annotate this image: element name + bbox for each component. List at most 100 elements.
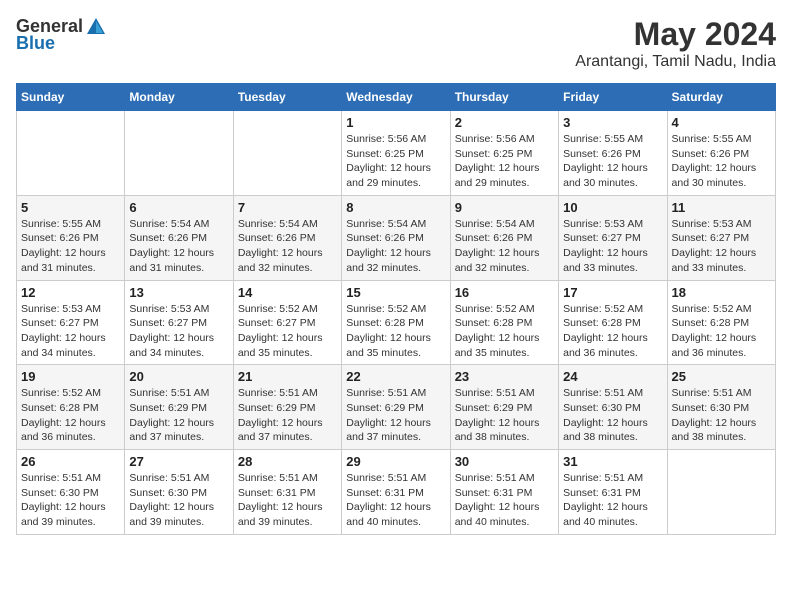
day-info: Sunrise: 5:54 AM Sunset: 6:26 PM Dayligh… [129,217,228,276]
calendar-week-3: 12Sunrise: 5:53 AM Sunset: 6:27 PM Dayli… [17,280,776,365]
day-number: 8 [346,200,445,215]
day-info: Sunrise: 5:51 AM Sunset: 6:30 PM Dayligh… [563,386,662,445]
weekday-header-wednesday: Wednesday [342,84,450,111]
day-number: 30 [455,454,554,469]
calendar-cell: 10 Sunrise: 5:53 AM Sunset: 6:27 PM Dayli… [559,195,667,280]
day-info: Sunrise: 5:51 AM Sunset: 6:29 PM Dayligh… [455,386,554,445]
calendar-cell: 27Sunrise: 5:51 AM Sunset: 6:30 PM Dayli… [125,450,233,535]
day-info: Sunrise: 5:55 AM Sunset: 6:26 PM Dayligh… [21,217,120,276]
day-number: 28 [238,454,337,469]
day-info: Sunrise: 5:56 AM Sunset: 6:25 PM Dayligh… [346,132,445,191]
calendar-cell: 4Sunrise: 5:55 AM Sunset: 6:26 PM Daylig… [667,111,775,196]
day-info: Sunrise: 5:51 AM Sunset: 6:30 PM Dayligh… [672,386,771,445]
calendar-cell [667,450,775,535]
day-info: Sunrise: 5:52 AM Sunset: 6:28 PM Dayligh… [672,302,771,361]
calendar-cell: 15 Sunrise: 5:52 AM Sunset: 6:28 PM Dayli… [342,280,450,365]
day-number: 7 [238,200,337,215]
calendar-cell: 11 Sunrise: 5:53 AM Sunset: 6:27 PM Dayli… [667,195,775,280]
day-info: Sunrise: 5:51 AM Sunset: 6:31 PM Dayligh… [455,471,554,530]
calendar-cell [17,111,125,196]
calendar-week-2: 5 Sunrise: 5:55 AM Sunset: 6:26 PM Daylig… [17,195,776,280]
calendar-cell: 1 Sunrise: 5:56 AM Sunset: 6:25 PM Daylig… [342,111,450,196]
calendar-cell: 16Sunrise: 5:52 AM Sunset: 6:28 PM Dayli… [450,280,558,365]
calendar-cell: 19 Sunrise: 5:52 AM Sunset: 6:28 PM Dayli… [17,365,125,450]
calendar-cell: 8 Sunrise: 5:54 AM Sunset: 6:26 PM Daylig… [342,195,450,280]
day-info: Sunrise: 5:52 AM Sunset: 6:27 PM Dayligh… [238,302,337,361]
day-number: 17 [563,285,662,300]
title-block: May 2024 Arantangi, Tamil Nadu, India [575,16,776,71]
day-info: Sunrise: 5:52 AM Sunset: 6:28 PM Dayligh… [563,302,662,361]
day-number: 3 [563,115,662,130]
day-info: Sunrise: 5:51 AM Sunset: 6:30 PM Dayligh… [129,471,228,530]
day-number: 5 [21,200,120,215]
day-info: Sunrise: 5:52 AM Sunset: 6:28 PM Dayligh… [346,302,445,361]
logo-blue: Blue [16,34,109,54]
day-info: Sunrise: 5:54 AM Sunset: 6:26 PM Dayligh… [346,217,445,276]
day-number: 14 [238,285,337,300]
day-info: Sunrise: 5:51 AM Sunset: 6:29 PM Dayligh… [346,386,445,445]
day-info: Sunrise: 5:51 AM Sunset: 6:31 PM Dayligh… [563,471,662,530]
weekday-header-monday: Monday [125,84,233,111]
calendar-cell: 22 Sunrise: 5:51 AM Sunset: 6:29 PM Dayli… [342,365,450,450]
calendar-cell: 2 Sunrise: 5:56 AM Sunset: 6:25 PM Daylig… [450,111,558,196]
calendar-cell: 20 Sunrise: 5:51 AM Sunset: 6:29 PM Dayli… [125,365,233,450]
calendar-cell: 12Sunrise: 5:53 AM Sunset: 6:27 PM Dayli… [17,280,125,365]
page-header: General Blue May 2024 Arantangi, Tamil N… [16,16,776,71]
day-number: 18 [672,285,771,300]
day-number: 22 [346,369,445,384]
day-number: 6 [129,200,228,215]
calendar-cell: 24Sunrise: 5:51 AM Sunset: 6:30 PM Dayli… [559,365,667,450]
day-number: 11 [672,200,771,215]
weekday-header-row: SundayMondayTuesdayWednesdayThursdayFrid… [17,84,776,111]
day-number: 19 [21,369,120,384]
calendar-cell: 26 Sunrise: 5:51 AM Sunset: 6:30 PM Dayli… [17,450,125,535]
day-number: 9 [455,200,554,215]
weekday-header-tuesday: Tuesday [233,84,341,111]
day-number: 20 [129,369,228,384]
calendar-cell [233,111,341,196]
day-number: 10 [563,200,662,215]
calendar-week-1: 1 Sunrise: 5:56 AM Sunset: 6:25 PM Daylig… [17,111,776,196]
day-number: 13 [129,285,228,300]
day-info: Sunrise: 5:53 AM Sunset: 6:27 PM Dayligh… [672,217,771,276]
day-info: Sunrise: 5:56 AM Sunset: 6:25 PM Dayligh… [455,132,554,191]
day-number: 25 [672,369,771,384]
calendar-cell: 31 Sunrise: 5:51 AM Sunset: 6:31 PM Dayli… [559,450,667,535]
location: Arantangi, Tamil Nadu, India [575,53,776,71]
calendar-cell: 5 Sunrise: 5:55 AM Sunset: 6:26 PM Daylig… [17,195,125,280]
day-info: Sunrise: 5:52 AM Sunset: 6:28 PM Dayligh… [21,386,120,445]
day-number: 4 [672,115,771,130]
day-info: Sunrise: 5:51 AM Sunset: 6:29 PM Dayligh… [129,386,228,445]
calendar-cell: 13Sunrise: 5:53 AM Sunset: 6:27 PM Dayli… [125,280,233,365]
day-number: 23 [455,369,554,384]
day-number: 2 [455,115,554,130]
day-number: 26 [21,454,120,469]
weekday-header-sunday: Sunday [17,84,125,111]
day-info: Sunrise: 5:51 AM Sunset: 6:31 PM Dayligh… [346,471,445,530]
day-number: 29 [346,454,445,469]
day-info: Sunrise: 5:51 AM Sunset: 6:30 PM Dayligh… [21,471,120,530]
calendar-cell: 3 Sunrise: 5:55 AM Sunset: 6:26 PM Daylig… [559,111,667,196]
day-number: 1 [346,115,445,130]
day-info: Sunrise: 5:55 AM Sunset: 6:26 PM Dayligh… [563,132,662,191]
calendar-cell: 6 Sunrise: 5:54 AM Sunset: 6:26 PM Daylig… [125,195,233,280]
calendar-cell: 23 Sunrise: 5:51 AM Sunset: 6:29 PM Dayli… [450,365,558,450]
calendar-cell [125,111,233,196]
day-number: 21 [238,369,337,384]
logo: General Blue [16,16,109,54]
calendar-cell: 14 Sunrise: 5:52 AM Sunset: 6:27 PM Dayli… [233,280,341,365]
calendar-cell: 21Sunrise: 5:51 AM Sunset: 6:29 PM Dayli… [233,365,341,450]
month-year: May 2024 [575,16,776,53]
day-info: Sunrise: 5:54 AM Sunset: 6:26 PM Dayligh… [455,217,554,276]
day-info: Sunrise: 5:53 AM Sunset: 6:27 PM Dayligh… [563,217,662,276]
calendar-cell: 17 Sunrise: 5:52 AM Sunset: 6:28 PM Dayli… [559,280,667,365]
day-number: 31 [563,454,662,469]
calendar-week-4: 19 Sunrise: 5:52 AM Sunset: 6:28 PM Dayli… [17,365,776,450]
calendar-cell: 9 Sunrise: 5:54 AM Sunset: 6:26 PM Daylig… [450,195,558,280]
weekday-header-friday: Friday [559,84,667,111]
day-number: 12 [21,285,120,300]
calendar-cell: 25 Sunrise: 5:51 AM Sunset: 6:30 PM Dayli… [667,365,775,450]
calendar-cell: 7Sunrise: 5:54 AM Sunset: 6:26 PM Daylig… [233,195,341,280]
calendar-week-5: 26 Sunrise: 5:51 AM Sunset: 6:30 PM Dayli… [17,450,776,535]
day-number: 15 [346,285,445,300]
